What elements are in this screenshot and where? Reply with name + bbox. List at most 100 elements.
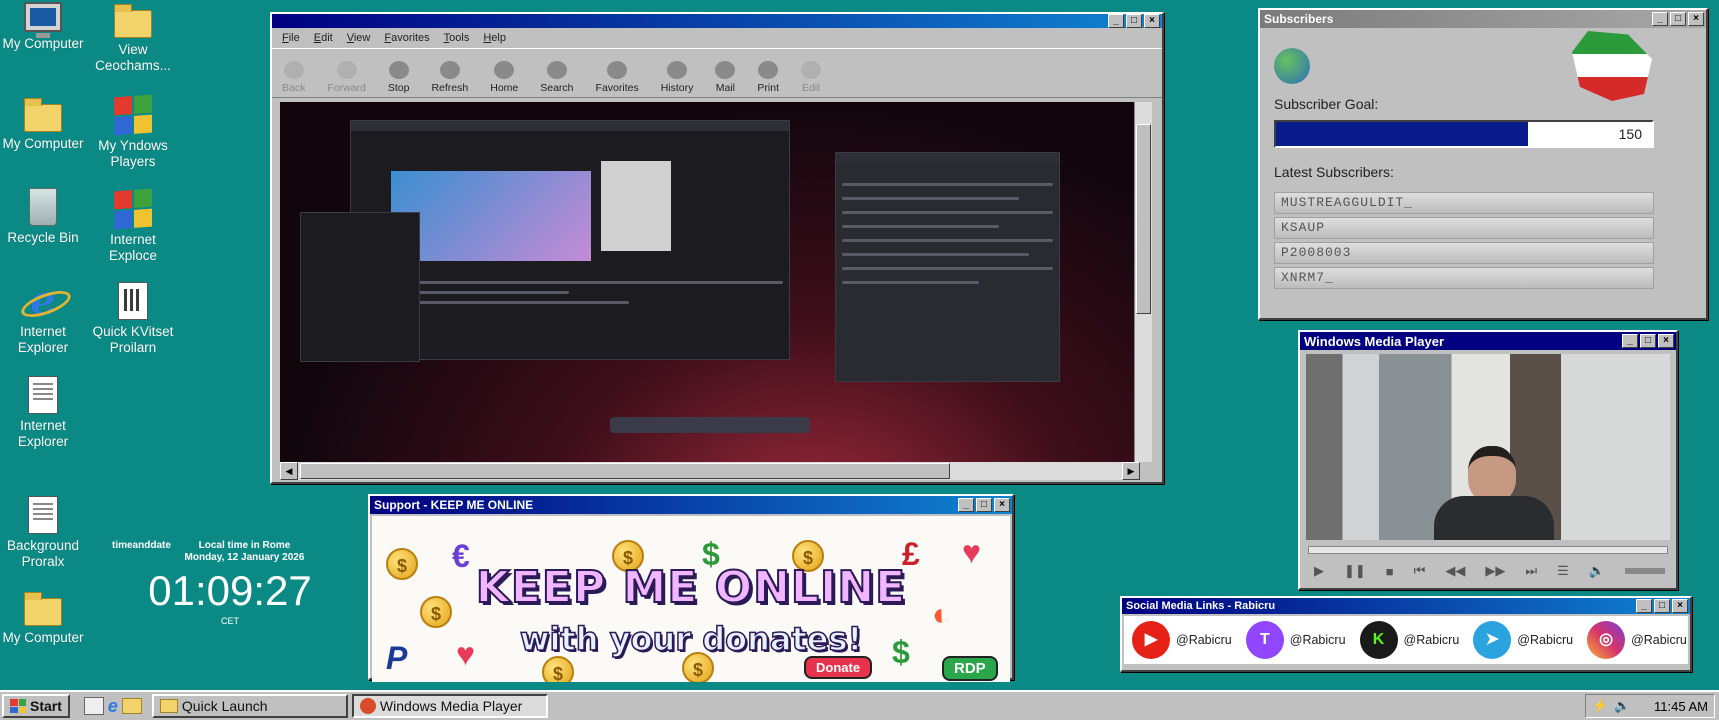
- menu-help[interactable]: Help: [483, 32, 506, 44]
- seek-bar[interactable]: [1308, 546, 1668, 554]
- volume-slider[interactable]: [1624, 568, 1665, 574]
- close-button[interactable]: ×: [1144, 14, 1160, 28]
- network-icon[interactable]: ⚡: [1592, 698, 1608, 714]
- desktop-icon-internet-explorer[interactable]: e Internet Explorer: [0, 281, 90, 356]
- scrollbar-thumb[interactable]: [300, 463, 950, 479]
- menu-bar: File Edit View Favorites Tools Help: [272, 28, 1162, 48]
- desktop-icon-recycle-bin[interactable]: Recycle Bin: [0, 188, 90, 246]
- close-button[interactable]: ×: [994, 498, 1010, 512]
- donate-button[interactable]: Donate: [804, 656, 873, 679]
- forward-button[interactable]: Forward: [327, 61, 366, 94]
- social-links-window[interactable]: Social Media Links - Rabicru _ □ × ▶ @Ra…: [1120, 596, 1692, 672]
- social-link-youtube[interactable]: ▶ @Rabicru: [1132, 621, 1232, 659]
- media-player-titlebar[interactable]: Windows Media Player _ □ ×: [1300, 332, 1676, 350]
- flag-icon: [1572, 31, 1652, 101]
- desktop-icon-my-computer[interactable]: My Computer: [0, 2, 90, 52]
- edit-button[interactable]: Edit: [800, 61, 821, 94]
- menu-favorites[interactable]: Favorites: [384, 32, 429, 44]
- browser-titlebar[interactable]: _ □ ×: [272, 14, 1162, 28]
- maximize-button[interactable]: □: [1126, 14, 1142, 28]
- clock-time: 01:09:27: [148, 567, 312, 614]
- menu-file[interactable]: File: [282, 32, 300, 44]
- document-icon: [28, 376, 58, 414]
- social-link-twitch[interactable]: T @Rabicru: [1245, 621, 1346, 659]
- pause-icon[interactable]: ❚❚: [1344, 563, 1366, 579]
- menu-view[interactable]: View: [347, 32, 371, 44]
- scrollbar-thumb[interactable]: [1136, 124, 1151, 314]
- support-window[interactable]: Support - KEEP ME ONLINE _ □ × $ € $ $ $…: [368, 494, 1014, 682]
- desktop-icon-internet-exploce[interactable]: Internet Exploce: [86, 188, 180, 264]
- history-button[interactable]: History: [661, 61, 693, 94]
- close-button[interactable]: ×: [1672, 599, 1688, 613]
- desktop-icon-label: Internet Explorer: [17, 324, 69, 355]
- vertical-scrollbar[interactable]: [1134, 102, 1152, 462]
- rdp-button[interactable]: RDP: [942, 656, 998, 681]
- quick-launch-ie-icon[interactable]: e: [108, 696, 118, 717]
- menu-edit[interactable]: Edit: [314, 32, 333, 44]
- menu-tools[interactable]: Tools: [444, 32, 470, 44]
- webcam-video[interactable]: [1306, 354, 1670, 540]
- support-titlebar[interactable]: Support - KEEP ME ONLINE _ □ ×: [370, 496, 1012, 514]
- scroll-left-arrow-icon[interactable]: ◀: [280, 462, 298, 480]
- skip-back-icon[interactable]: ⏮: [1414, 563, 1426, 579]
- desktop-icon-background-proralx[interactable]: Background Proralx: [0, 496, 90, 570]
- refresh-button[interactable]: Refresh: [431, 61, 468, 94]
- volume-icon[interactable]: 🔈: [1614, 698, 1630, 714]
- maximize-button[interactable]: □: [1654, 599, 1670, 613]
- desktop-icon-view-folder[interactable]: View Ceochams...: [86, 2, 180, 74]
- stop-icon[interactable]: ■: [1386, 564, 1394, 579]
- start-button[interactable]: Start: [2, 694, 70, 718]
- social-link-instagram[interactable]: ◎ @Rabicru: [1587, 621, 1687, 659]
- minimize-button[interactable]: _: [1108, 14, 1124, 28]
- desktop-icon-quick-kvitset[interactable]: Quick KVitset Proilarn: [86, 282, 180, 356]
- minimize-button[interactable]: _: [1652, 12, 1668, 26]
- play-icon[interactable]: ▶: [1314, 563, 1324, 579]
- favorites-button[interactable]: Favorites: [596, 61, 639, 94]
- minimize-button[interactable]: _: [1636, 599, 1652, 613]
- subscribers-window[interactable]: Subscribers _ □ × Subscriber Goal: 150 L…: [1258, 8, 1708, 320]
- desktop-icon-my-computer-2[interactable]: My Computer: [0, 96, 90, 152]
- horizontal-scrollbar[interactable]: ◀ ▶: [280, 462, 1140, 480]
- stop-button[interactable]: Stop: [388, 61, 409, 94]
- minimize-button[interactable]: _: [1622, 334, 1638, 348]
- volume-icon[interactable]: 🔈: [1589, 563, 1605, 579]
- skip-forward-icon[interactable]: ⏭: [1525, 563, 1537, 579]
- maximize-button[interactable]: □: [1640, 334, 1656, 348]
- minimize-button[interactable]: _: [958, 498, 974, 512]
- browser-window[interactable]: _ □ × File Edit View Favorites Tools Hel…: [270, 12, 1164, 484]
- desktop-icon-label: View Ceochams...: [95, 42, 171, 73]
- desktop-icon-windows-players[interactable]: My Yndows Players: [86, 94, 180, 170]
- subscriber-row: XNRM7_: [1274, 267, 1654, 289]
- close-button[interactable]: ×: [1688, 12, 1704, 26]
- desktop-icon-label: My Yndows Players: [98, 138, 168, 169]
- home-button[interactable]: Home: [490, 61, 518, 94]
- social-titlebar[interactable]: Social Media Links - Rabicru _ □ ×: [1122, 598, 1690, 614]
- task-windows-media-player[interactable]: Windows Media Player: [351, 694, 548, 718]
- desktop-icon-internet-explorer-2[interactable]: Internet Explorer: [0, 376, 90, 450]
- windows-logo-icon: [10, 699, 26, 713]
- social-link-kick[interactable]: K @Rabicru: [1359, 621, 1459, 659]
- playlist-icon[interactable]: ☰: [1557, 563, 1569, 579]
- subscribers-titlebar[interactable]: Subscribers _ □ ×: [1260, 10, 1706, 28]
- mail-button[interactable]: Mail: [715, 61, 736, 94]
- desktop-icon-label: Quick KVitset Proilarn: [92, 324, 174, 355]
- desktop-icon-my-computer-3[interactable]: My Computer: [0, 590, 90, 646]
- maximize-button[interactable]: □: [1670, 12, 1686, 26]
- task-quick-launch[interactable]: Quick Launch: [151, 694, 348, 718]
- rewind-icon[interactable]: ◀◀: [1445, 563, 1465, 579]
- tray-clock[interactable]: 11:45 AM: [1654, 699, 1708, 714]
- close-button[interactable]: ×: [1658, 334, 1674, 348]
- back-button[interactable]: Back: [282, 61, 305, 94]
- maximize-button[interactable]: □: [976, 498, 992, 512]
- computer-icon: [24, 2, 62, 38]
- fast-forward-icon[interactable]: ▶▶: [1485, 563, 1505, 579]
- quick-launch-folder-icon[interactable]: [121, 698, 142, 714]
- social-link-telegram[interactable]: ➤ @Rabicru: [1473, 621, 1573, 659]
- favorites-icon: [607, 61, 628, 79]
- media-player-window[interactable]: Windows Media Player _ □ × ▶ ❚❚ ■ ⏮ ◀◀ ▶…: [1298, 330, 1678, 590]
- print-button[interactable]: Print: [757, 61, 779, 94]
- search-button[interactable]: Search: [540, 61, 574, 94]
- quick-launch-notepad-icon[interactable]: [83, 697, 104, 715]
- browser-viewport[interactable]: [280, 102, 1140, 462]
- scroll-right-arrow-icon[interactable]: ▶: [1122, 462, 1140, 480]
